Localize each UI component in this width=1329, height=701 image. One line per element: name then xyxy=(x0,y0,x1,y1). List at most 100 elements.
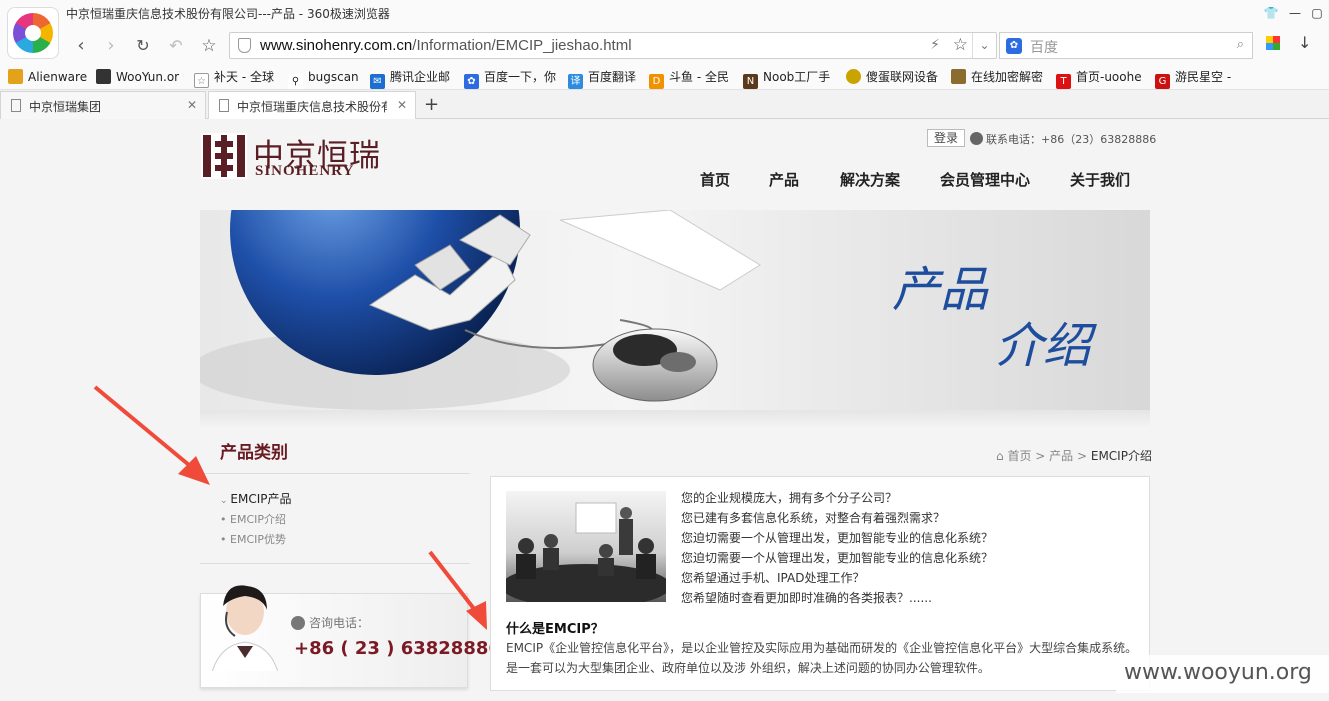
bookmark-item[interactable]: T 首页-uoohe xyxy=(1056,67,1142,89)
uoohe-icon: T xyxy=(1056,74,1071,89)
banner-title-line2: 介绍 xyxy=(995,318,1092,374)
category-title: 产品类别 xyxy=(220,443,288,463)
question-line: 您迫切需要一个从管理出发，更加智能专业的信息化系统？ xyxy=(681,531,994,545)
bookmark-item[interactable]: Alienware xyxy=(8,67,87,87)
magnifier-icon: ⚲ xyxy=(288,74,303,89)
sinohenry-logo-icon xyxy=(201,133,247,179)
forward-button[interactable]: › xyxy=(98,33,124,59)
tab-product-page[interactable]: 中京恒瑞重庆信息技术股份有 ✕ xyxy=(208,91,416,120)
breadcrumb: ⌂ 首页 > 产品 > EMCIP介绍 xyxy=(996,449,1152,463)
article-heading: 什么是EMCIP？ xyxy=(506,622,604,637)
bookmark-item[interactable]: ✿ 百度一下，你 xyxy=(464,67,556,89)
address-url[interactable]: www.sinohenry.com.cn/Information/EMCIP_j… xyxy=(260,37,632,54)
wooyun-icon xyxy=(96,69,111,84)
phone-icon xyxy=(970,132,983,145)
customer-service-avatar xyxy=(211,585,279,671)
nav-member-center[interactable]: 会员管理中心 xyxy=(940,169,1030,190)
search-icon[interactable]: ⌕ xyxy=(1237,37,1244,52)
butian-icon: ☆ xyxy=(194,73,209,88)
consult-phone-number: +86 ( 23 ) 63828886 xyxy=(294,638,501,659)
minimize-button[interactable]: — xyxy=(1286,4,1304,22)
chevron-down-icon: ⌄ xyxy=(220,496,231,506)
tab-sinohenry-group[interactable]: 中京恒瑞集团 ✕ xyxy=(0,91,206,119)
banner-shadow xyxy=(200,410,1150,428)
skin-icon[interactable]: 👕 xyxy=(1262,4,1280,22)
douyu-icon: D xyxy=(649,74,664,89)
crypto-icon xyxy=(951,69,966,84)
logo-english-name: SINOHENRY xyxy=(255,163,355,179)
bookmark-item[interactable]: 在线加密解密 xyxy=(951,67,1043,87)
question-line: 您已建有多套信息化系统，对整合有着强烈需求？ xyxy=(681,511,946,525)
bookmark-item[interactable]: ⚲ bugscan xyxy=(288,67,359,89)
meeting-photo xyxy=(506,491,666,602)
new-tab-button[interactable]: + xyxy=(424,94,439,115)
divider xyxy=(200,473,470,474)
browser-title-bar: 中京恒瑞重庆信息技术股份有限公司---产品 - 360极速浏览器 👕 — ▢ xyxy=(0,0,1329,26)
breadcrumb-products[interactable]: 产品 xyxy=(1049,449,1073,463)
close-tab-icon[interactable]: ✕ xyxy=(397,98,407,112)
bookmarks-bar: Alienware WooYun.or ☆ 补天 - 全球 ⚲ bugscan ✉ 腾… xyxy=(0,64,1329,90)
speed-mode-icon[interactable]: ⚡ xyxy=(930,37,940,53)
category-item-emcip-intro[interactable]: • EMCIP介绍 xyxy=(220,511,286,527)
reload-button[interactable]: ↻ xyxy=(130,33,156,59)
phone-icon xyxy=(291,616,305,630)
browser-logo-icon[interactable] xyxy=(7,7,59,59)
divider xyxy=(200,563,470,564)
bookmark-item[interactable]: ✉ 腾讯企业邮 xyxy=(370,67,450,89)
address-dropdown-button[interactable]: ⌄ xyxy=(972,33,996,58)
article-body: EMCIP《企业管控信息化平台》，是以企业管控及实际应用为基础而研发的《企业管控… xyxy=(506,641,1138,675)
bookmark-item[interactable]: 傻蛋联网设备 xyxy=(846,67,938,87)
banner-title-line1: 产品 xyxy=(892,262,989,318)
apps-grid-icon[interactable] xyxy=(1266,36,1280,50)
baidu-paw-icon: ✿ xyxy=(464,74,479,89)
consult-phone-label: 咨询电话： xyxy=(291,614,369,631)
tab-strip: 中京恒瑞集团 ✕ 中京恒瑞重庆信息技术股份有 ✕ xyxy=(0,90,1329,120)
search-input[interactable]: 百度 xyxy=(1030,37,1058,57)
gamersky-icon: G xyxy=(1155,74,1170,89)
question-line: 您希望随时查看更加即时准确的各类报表？...... xyxy=(681,591,932,605)
bookmark-item[interactable]: 译百度翻译 xyxy=(568,67,636,89)
translate-icon: 译 xyxy=(568,74,583,89)
close-tab-icon[interactable]: ✕ xyxy=(187,98,197,112)
nav-about-us[interactable]: 关于我们 xyxy=(1070,169,1130,190)
nav-products[interactable]: 产品 xyxy=(769,169,799,190)
category-emcip-product[interactable]: ⌄ EMCIP产品 xyxy=(220,490,292,507)
baidu-paw-icon[interactable]: ✿ xyxy=(1006,38,1022,54)
question-line: 您的企业规模庞大，拥有多个分子公司？ xyxy=(681,491,898,505)
maximize-button[interactable]: ▢ xyxy=(1308,4,1326,22)
bookmark-item[interactable]: N Noob工厂手 xyxy=(743,67,830,89)
bookmark-item[interactable]: G 游民星空 - xyxy=(1155,67,1231,89)
nav-home[interactable]: 首页 xyxy=(700,169,730,190)
home-icon: ⌂ xyxy=(996,449,1004,463)
bookmark-item[interactable]: D 斗鱼 - 全民 xyxy=(649,67,729,89)
address-bar[interactable]: www.sinohenry.com.cn/Information/EMCIP_j… xyxy=(229,32,997,59)
shodan-icon xyxy=(846,69,861,84)
question-line: 您迫切需要一个从管理出发，更加智能专业的信息化系统？ xyxy=(681,551,994,565)
category-item-emcip-advantage[interactable]: • EMCIP优势 xyxy=(220,531,286,547)
wooyun-watermark: www.wooyun.org xyxy=(1116,655,1329,693)
bookmark-star-icon[interactable]: ☆ xyxy=(953,35,968,55)
download-icon[interactable]: ↓ xyxy=(1298,33,1311,52)
back-button[interactable]: ‹ xyxy=(68,33,94,59)
login-button[interactable]: 登录 xyxy=(927,129,966,147)
question-line: 您希望通过手机、IPAD处理工作？ xyxy=(681,571,865,585)
window-title: 中京恒瑞重庆信息技术股份有限公司---产品 - 360极速浏览器 xyxy=(66,7,390,21)
bookmark-item[interactable]: WooYun.or xyxy=(96,67,179,87)
page-icon xyxy=(11,99,21,112)
breadcrumb-current: EMCIP介绍 xyxy=(1090,449,1152,463)
nav-solutions[interactable]: 解决方案 xyxy=(840,169,900,190)
mail-icon: ✉ xyxy=(370,74,385,89)
favorite-star-button[interactable]: ☆ xyxy=(196,33,222,59)
search-box[interactable]: ✿ 百度 ⌕ xyxy=(999,32,1253,59)
undo-close-button[interactable]: ↶ xyxy=(163,33,189,59)
page-icon xyxy=(219,99,229,112)
article-panel: 您的企业规模庞大，拥有多个分子公司？ 您已建有多套信息化系统，对整合有着强烈需求… xyxy=(490,476,1150,691)
folder-icon xyxy=(8,69,23,84)
meeting-photo-illustration xyxy=(506,502,666,602)
breadcrumb-home[interactable]: 首页 xyxy=(1007,449,1031,463)
header-phone: 联系电话：+86（23）63828886 xyxy=(970,131,1156,147)
contact-card: 咨询电话： +86 ( 23 ) 63828886 xyxy=(200,585,501,688)
bookmark-item[interactable]: ☆ 补天 - 全球 xyxy=(194,67,274,88)
noob-icon: N xyxy=(743,74,758,89)
product-banner: 产品 介绍 xyxy=(200,210,1150,410)
